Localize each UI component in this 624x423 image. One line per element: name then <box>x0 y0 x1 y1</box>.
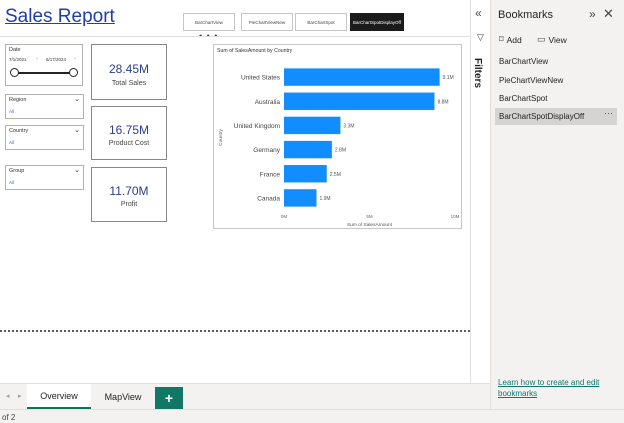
kpi-card-total-sales[interactable]: 28.45M Total Sales <box>91 44 167 100</box>
nav-button-barchartview[interactable]: BarChartView <box>183 13 235 31</box>
collapse-icon[interactable]: « <box>475 7 482 19</box>
category-label: Canada <box>257 195 280 202</box>
add-bookmark-button[interactable]: ⌑ Add <box>499 34 522 45</box>
add-page-button[interactable]: + <box>155 387 183 409</box>
chevron-down-icon[interactable]: ⌄ <box>74 166 80 174</box>
data-label: 8.8M <box>437 99 448 105</box>
previous-page-icon[interactable]: ◂ <box>6 392 10 400</box>
report-canvas: Sales Report BarChartView PieChartViewNe… <box>0 0 470 383</box>
category-label: United States <box>241 75 281 82</box>
chart-title: Sum of SalesAmount by Country <box>217 48 293 54</box>
bookmark-item-selected[interactable]: BarChartSpotDisplayOff ⋯ <box>495 108 617 125</box>
region-slicer-value[interactable]: All <box>9 109 14 114</box>
date-range-start-handle[interactable] <box>10 68 19 77</box>
data-label: 1.9M <box>319 196 330 202</box>
filter-icon[interactable]: ▽ <box>477 32 484 43</box>
bookmarks-pane: Bookmarks » ✕ ⌑ Add ▭ View BarChartView … <box>490 0 624 409</box>
group-slicer-title: Group <box>9 168 25 174</box>
bar <box>284 116 341 135</box>
bookmark-item-label: PieChartViewNew <box>499 76 564 85</box>
bookmark-item[interactable]: BarChartView <box>495 53 617 70</box>
page-count: of 2 <box>2 413 16 422</box>
status-bar: of 2 <box>0 409 624 423</box>
view-bookmarks-button[interactable]: ▭ View <box>537 34 567 45</box>
page-boundary-line <box>0 330 470 332</box>
kpi-label: Product Cost <box>108 140 150 147</box>
nav-button-barchartspot[interactable]: BarChartSpot <box>295 13 347 31</box>
date-slicer[interactable]: Date 7/1/2021 ▫ 6/17/2024 ▫ <box>5 44 83 86</box>
next-page-icon[interactable]: ▸ <box>18 392 22 400</box>
bar <box>284 92 435 110</box>
y-axis-label: Country <box>218 129 224 146</box>
kpi-value: 28.45M <box>108 62 150 76</box>
date-to-value[interactable]: 6/17/2024 <box>46 57 66 62</box>
date-from-value[interactable]: 7/1/2021 <box>9 57 27 62</box>
bar <box>284 140 332 159</box>
nav-button-piechartviewnew[interactable]: PieChartViewNew <box>241 13 293 31</box>
region-slicer-title: Region <box>9 97 27 103</box>
x-tick-label: 5M <box>366 214 373 219</box>
bookmark-item-label: BarChartView <box>499 57 549 66</box>
add-bookmark-label: Add <box>506 34 522 45</box>
category-label: United Kingdom <box>234 123 280 130</box>
kpi-card-product-cost[interactable]: 16.75M Product Cost <box>91 106 167 160</box>
category-label: France <box>260 171 281 178</box>
kpi-value: 11.70M <box>109 184 149 198</box>
calendar-icon[interactable]: ▫ <box>74 56 76 62</box>
view-bookmarks-label: View <box>548 34 567 45</box>
page-tab-bar: ◂ ▸ Overview MapView + <box>0 383 490 410</box>
chevron-down-icon[interactable]: ⌄ <box>74 95 80 103</box>
data-label: 2.8M <box>335 148 346 154</box>
filters-pane[interactable]: « ▽ Filters <box>470 0 490 383</box>
bar-chart-svg: Sum of SalesAmount by Country United Stat… <box>217 48 460 228</box>
header-divider <box>0 36 470 37</box>
x-tick-label: 0M <box>281 214 288 219</box>
bookmarks-pane-title: Bookmarks <box>498 9 554 21</box>
kpi-label: Total Sales <box>111 80 147 87</box>
date-slicer-title: Date <box>9 47 21 53</box>
view-icon: ▭ <box>537 34 546 44</box>
category-label: Australia <box>255 99 281 106</box>
bookmark-item-label: BarChartSpot <box>499 94 548 103</box>
bar <box>284 189 317 207</box>
more-options-icon[interactable]: ⋯ <box>604 108 613 119</box>
x-tick-label: 10M <box>451 214 460 219</box>
bookmark-item-label: BarChartSpotDisplayOff <box>499 112 585 121</box>
chevron-down-icon[interactable]: ⌄ <box>74 126 80 134</box>
bar <box>284 165 327 183</box>
kpi-value: 16.75M <box>108 123 150 137</box>
bookmark-add-icon: ⌑ <box>499 34 504 44</box>
bookmark-item[interactable]: BarChartSpot <box>495 90 617 107</box>
x-axis-label: Sum of SalesAmount <box>347 222 393 228</box>
nav-button-barchartspotdisplayoff[interactable]: BarChartSpotDisplayOff <box>350 13 404 31</box>
group-slicer-value[interactable]: All <box>9 180 14 185</box>
bar-chart-visual[interactable]: Sum of SalesAmount by Country United Stat… <box>213 44 462 229</box>
country-slicer-title: Country <box>9 128 29 134</box>
bar <box>284 68 440 86</box>
group-slicer[interactable]: Group ⌄ All <box>5 165 84 190</box>
calendar-icon[interactable]: ▫ <box>36 56 38 62</box>
category-label: Germany <box>253 147 280 154</box>
tab-mapview[interactable]: MapView <box>92 384 154 410</box>
kpi-label: Profit <box>120 201 138 208</box>
expand-icon[interactable]: » <box>589 7 596 21</box>
date-range-end-handle[interactable] <box>69 68 78 77</box>
learn-bookmarks-link[interactable]: Learn how to create and edit bookmarks <box>498 377 618 399</box>
data-label: 2.5M <box>330 172 341 178</box>
filters-pane-label[interactable]: Filters <box>472 58 483 88</box>
bookmark-item[interactable]: PieChartViewNew <box>495 72 617 89</box>
data-label: 9.1M <box>443 75 454 81</box>
data-label: 3.3M <box>343 123 354 129</box>
date-range-track[interactable] <box>14 72 73 74</box>
tab-overview[interactable]: Overview <box>27 384 91 410</box>
region-slicer[interactable]: Region ⌄ All <box>5 94 84 119</box>
country-slicer[interactable]: Country ⌄ All <box>5 125 84 150</box>
country-slicer-value[interactable]: All <box>9 140 14 145</box>
report-title[interactable]: Sales Report <box>5 6 115 28</box>
kpi-card-profit[interactable]: 11.70M Profit <box>91 167 167 222</box>
close-icon[interactable]: ✕ <box>603 6 614 22</box>
